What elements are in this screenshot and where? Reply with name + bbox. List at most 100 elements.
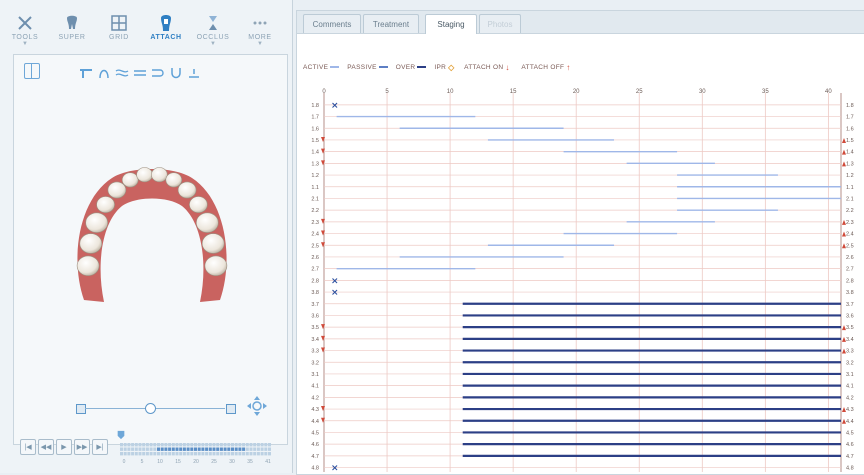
first-stage-button[interactable]: |◀: [20, 439, 36, 455]
equals-icon[interactable]: [132, 63, 148, 83]
attachment-rect-icon[interactable]: [78, 63, 94, 83]
tooth[interactable]: [189, 196, 208, 214]
toolbar-super-label: SUPER: [58, 34, 86, 41]
toolbar-super-button[interactable]: SUPER: [47, 12, 97, 52]
more-icon: [235, 12, 285, 34]
stage-cell: [134, 452, 138, 456]
tooth[interactable]: [136, 167, 153, 183]
baseline-icon[interactable]: [186, 63, 202, 83]
stage-cell: [153, 443, 157, 447]
stage-cell: [264, 452, 268, 456]
missing-tooth-icon[interactable]: ×: [331, 288, 339, 298]
tooth[interactable]: [177, 181, 197, 199]
zoom-in-icon[interactable]: [226, 404, 236, 414]
stage-cell: [253, 447, 257, 451]
tooth-label-left: 3.6: [311, 313, 319, 319]
curve-double-icon[interactable]: [114, 63, 130, 83]
stage-cell: [208, 447, 212, 451]
toolbar-grid-button[interactable]: GRID: [94, 12, 144, 52]
3d-viewport[interactable]: [13, 54, 288, 445]
tooth-label-right: 3.1: [846, 372, 854, 378]
stage-cell: [131, 443, 135, 447]
zoom-out-icon[interactable]: [76, 404, 86, 414]
tooth-label-right: 2.3: [846, 220, 854, 226]
tooth[interactable]: [85, 212, 109, 233]
stage-cell: [201, 443, 205, 447]
toolbar-attach-button[interactable]: ATTACH: [141, 12, 191, 52]
x-tick-label: 40: [825, 89, 832, 95]
play-button[interactable]: ▶: [56, 439, 72, 455]
stage-cell: [268, 452, 271, 456]
stage-cell: [127, 447, 131, 451]
arch-icon[interactable]: [96, 63, 112, 83]
attach-off-arrow-icon: ↑: [566, 63, 571, 72]
tooth-label-left: 2.8: [311, 278, 319, 284]
stage-cell: [123, 447, 127, 451]
tooth[interactable]: [165, 172, 183, 188]
tab-comments[interactable]: Comments: [303, 14, 361, 33]
tooth-label-right: 3.8: [846, 290, 854, 296]
tooth[interactable]: [121, 172, 139, 188]
tooth[interactable]: [196, 212, 219, 233]
u-shape-icon[interactable]: [168, 63, 184, 83]
zoom-slider[interactable]: [76, 400, 236, 416]
stage-marker-icon[interactable]: [116, 430, 126, 440]
stage-cell: [190, 443, 194, 447]
tab-treatment[interactable]: Treatment: [363, 14, 419, 33]
rewind-button[interactable]: ◀◀: [38, 439, 54, 455]
stage-cell: [268, 443, 271, 447]
toolbar-tools-label: TOOLS: [11, 34, 39, 41]
tooth[interactable]: [96, 196, 115, 214]
stage-cell: [264, 443, 268, 447]
tooth-label-left: 3.8: [311, 290, 319, 296]
toolbar-occlus-button[interactable]: OCCLUS ▼: [188, 12, 238, 52]
stage-cell: [205, 443, 209, 447]
wrench-icon: [0, 12, 50, 34]
stage-cell: [145, 447, 149, 451]
tooth-label-right: 4.8: [846, 466, 854, 472]
stage-cell: [149, 447, 153, 451]
stage-cell: [238, 452, 242, 456]
missing-tooth-icon[interactable]: ×: [331, 276, 339, 286]
stage-cell: [223, 447, 227, 451]
bracket-icon[interactable]: [150, 63, 166, 83]
tooth-label-right: 2.4: [846, 232, 854, 238]
tooth-label-right: 1.1: [846, 185, 854, 191]
tooth-label-left: 2.3: [311, 220, 319, 226]
tab-staging[interactable]: Staging: [425, 14, 477, 34]
tooth-label-left: 4.5: [311, 430, 319, 436]
attach-on-arrow-icon: ↓: [505, 63, 510, 72]
rotate-view-icon[interactable]: [246, 395, 268, 417]
missing-tooth-icon[interactable]: ×: [331, 101, 339, 111]
last-stage-button[interactable]: ▶|: [92, 439, 108, 455]
slider-thumb[interactable]: [145, 403, 156, 414]
toolbar-tools-button[interactable]: TOOLS ▼: [0, 12, 50, 52]
left-panel: TOOLS ▼ SUPER GRID ATTACH OCCLUS ▼ MORE ▼: [0, 0, 293, 473]
dental-arch-model[interactable]: [64, 160, 240, 310]
missing-tooth-icon[interactable]: ×: [331, 464, 339, 472]
stage-cell: [153, 447, 157, 451]
tooth[interactable]: [107, 181, 127, 199]
tooth-label-right: 2.2: [846, 208, 854, 214]
toolbar-more-button[interactable]: MORE ▼: [235, 12, 285, 52]
stage-cell: [245, 443, 249, 447]
stage-cell: [168, 452, 172, 456]
stage-cell: [242, 447, 246, 451]
stage-timeline[interactable]: [120, 443, 272, 457]
tooth-label-right: 2.5: [846, 243, 854, 249]
tooth-label-left: 1.6: [311, 126, 319, 132]
tooth[interactable]: [201, 233, 225, 254]
tooth[interactable]: [151, 167, 168, 183]
chevron-down-icon: ▼: [22, 41, 28, 47]
tooth[interactable]: [204, 255, 228, 277]
tooth[interactable]: [76, 255, 100, 277]
fast-forward-button[interactable]: ▶▶: [74, 439, 90, 455]
tooth-label-left: 3.7: [311, 302, 319, 308]
stage-cell: [260, 447, 264, 451]
stage-cell: [223, 443, 227, 447]
stage-tick-label: 30: [229, 459, 235, 465]
stage-cell: [127, 443, 131, 447]
tooth[interactable]: [79, 233, 103, 254]
stage-cell: [175, 452, 179, 456]
tooth-label-right: 3.6: [846, 313, 854, 319]
